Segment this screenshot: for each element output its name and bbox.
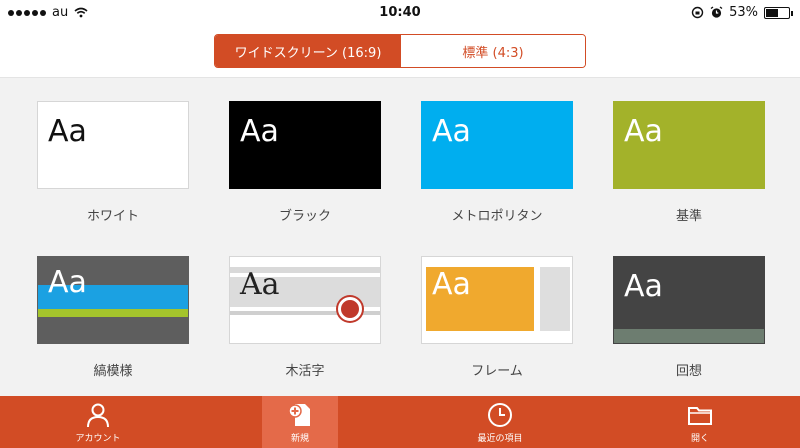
- toolbar-new-button[interactable]: 新規: [262, 396, 338, 448]
- status-right: 53%: [691, 5, 793, 20]
- template-label: ホワイト: [86, 209, 139, 224]
- orientation-lock-icon: [691, 6, 704, 19]
- template-thumbnail: Aa: [421, 101, 573, 189]
- status-bar: au 10:40 53%: [0, 0, 800, 26]
- toolbar-label: 新規: [290, 434, 309, 444]
- template-thumbnail: Aa: [37, 101, 189, 189]
- template-black[interactable]: Aa ブラック: [229, 101, 381, 224]
- template-frame[interactable]: Aa フレーム: [421, 256, 573, 379]
- toolbar-account-button[interactable]: アカウント: [60, 396, 136, 448]
- template-label: ブラック: [278, 209, 331, 224]
- template-thumbnail: Aa: [421, 256, 573, 344]
- sample-text: Aa: [240, 114, 279, 149]
- tab-standard[interactable]: 標準 (4:3): [401, 35, 585, 67]
- template-label: 木活字: [285, 364, 325, 379]
- sample-text: Aa: [624, 114, 663, 149]
- template-white[interactable]: Aa ホワイト: [37, 101, 189, 224]
- template-metropolitan[interactable]: Aa メトロポリタン: [421, 101, 573, 224]
- battery-icon: [764, 6, 793, 19]
- bottom-toolbar: アカウント 新規 最近の項目 開く: [0, 396, 800, 448]
- template-label: メトロポリタン: [451, 209, 543, 224]
- toolbar-label: 開く: [690, 434, 709, 444]
- sample-text: Aa: [240, 267, 280, 302]
- person-icon: [87, 403, 109, 428]
- template-thumbnail: Aa: [37, 256, 189, 344]
- circle-stamp-icon: [338, 297, 362, 321]
- template-label: 基準: [675, 209, 702, 224]
- toolbar-recent-button[interactable]: 最近の項目: [462, 396, 538, 448]
- slide-size-header: ワイドスクリーン (16:9) 標準 (4:3): [0, 26, 800, 78]
- template-retrospect[interactable]: Aa 回想: [613, 256, 765, 379]
- clock: 10:40: [379, 5, 421, 20]
- toolbar-open-button[interactable]: 開く: [662, 396, 738, 448]
- template-label: 回想: [675, 364, 702, 379]
- folder-icon: [688, 407, 712, 425]
- frame-side: [540, 267, 570, 331]
- sample-text: Aa: [48, 265, 87, 300]
- template-grid: Aa ホワイト Aa ブラック Aa メトロポリタン Aa 基準 Aa 縞模様: [0, 78, 800, 396]
- template-basis[interactable]: Aa 基準: [613, 101, 765, 224]
- tab-widescreen[interactable]: ワイドスクリーン (16:9): [215, 35, 401, 67]
- stripe-green: [38, 309, 188, 317]
- clock-icon: [488, 403, 512, 427]
- sample-text: Aa: [48, 114, 87, 149]
- battery-fill: [766, 8, 778, 17]
- new-document-icon: [288, 404, 310, 426]
- toolbar-label: アカウント: [75, 434, 121, 444]
- template-label: フレーム: [471, 364, 523, 379]
- bottom-band: [614, 329, 764, 343]
- toolbar-label: 最近の項目: [477, 434, 523, 444]
- template-thumbnail: Aa: [229, 256, 381, 344]
- alarm-clock-icon: [710, 6, 723, 18]
- template-thumbnail: Aa: [229, 101, 381, 189]
- template-thumbnail: Aa: [613, 101, 765, 189]
- slide-size-segmented-control: ワイドスクリーン (16:9) 標準 (4:3): [214, 34, 586, 68]
- template-wood-type[interactable]: Aa 木活字: [229, 256, 381, 379]
- template-thumbnail: Aa: [613, 256, 765, 344]
- template-stripes[interactable]: Aa 縞模様: [37, 256, 189, 379]
- sample-text: Aa: [432, 114, 471, 149]
- sample-text: Aa: [624, 269, 663, 304]
- battery-percent: 53%: [729, 5, 758, 20]
- template-label: 縞模様: [93, 364, 133, 379]
- sample-text: Aa: [432, 267, 471, 302]
